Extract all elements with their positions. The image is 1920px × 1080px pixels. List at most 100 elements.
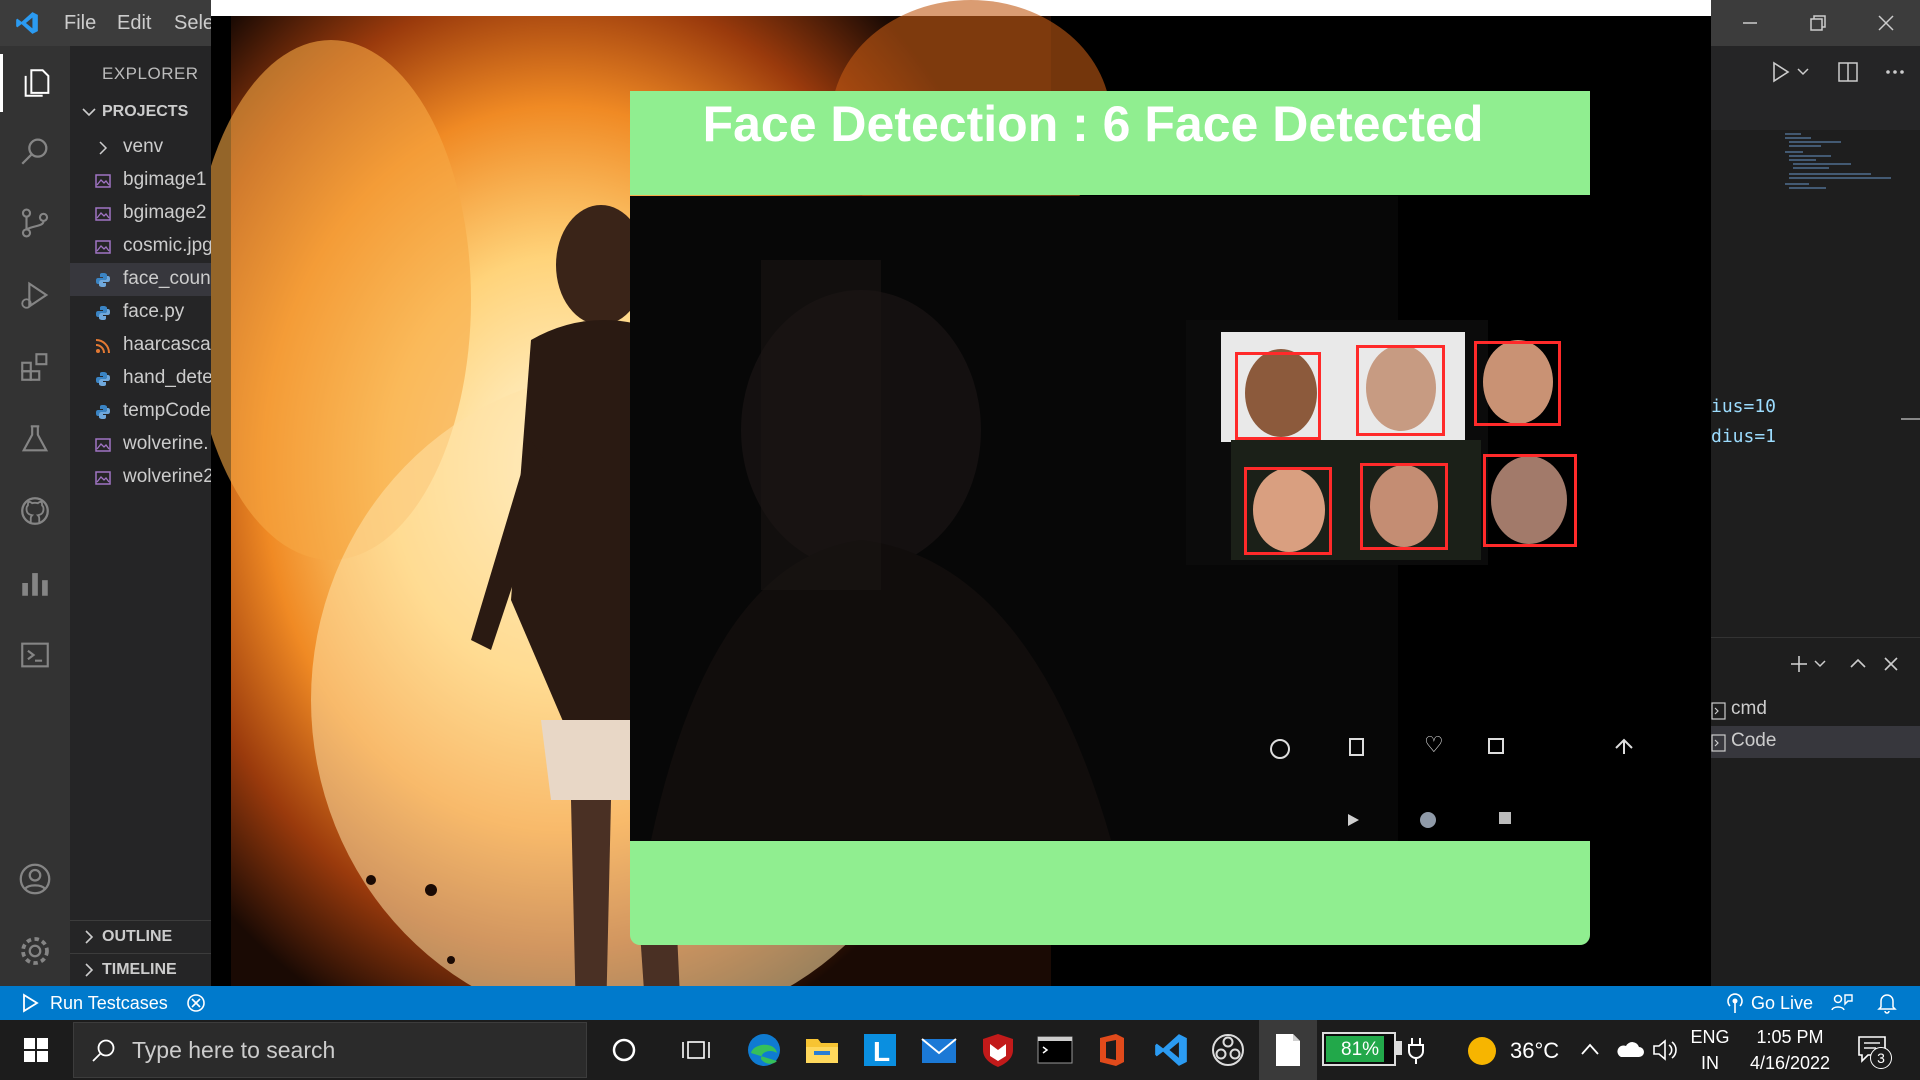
clock[interactable]: 1:05 PM 4/16/2022 bbox=[1740, 1024, 1840, 1076]
mail-app[interactable] bbox=[915, 1026, 963, 1074]
battery-widget[interactable]: 81% bbox=[1322, 1032, 1396, 1066]
start-button[interactable] bbox=[12, 1026, 60, 1074]
minimap[interactable] bbox=[1781, 130, 1901, 220]
python-file-icon bbox=[96, 306, 110, 320]
file-item-tempcode[interactable]: tempCode bbox=[70, 395, 214, 428]
l-app[interactable]: L bbox=[856, 1026, 904, 1074]
task-view-button[interactable] bbox=[672, 1026, 720, 1074]
chevron-up-icon[interactable] bbox=[1580, 1041, 1600, 1057]
bell-icon[interactable] bbox=[1876, 992, 1898, 1014]
weather-sun-icon[interactable] bbox=[1466, 1035, 1498, 1067]
code-snippet[interactable]: ius=10 dius=1 bbox=[1711, 392, 1776, 452]
stats-activity[interactable] bbox=[0, 554, 70, 612]
file-item-wolverine2[interactable]: wolverine2 bbox=[70, 461, 214, 494]
file-item-hand-detect[interactable]: hand_dete bbox=[70, 362, 214, 395]
more-actions-icon[interactable] bbox=[1883, 60, 1907, 84]
file-item-wolverine[interactable]: wolverine. bbox=[70, 428, 214, 461]
detection-banner-bottom bbox=[630, 841, 1590, 945]
projects-section-header[interactable]: PROJECTS bbox=[70, 98, 214, 128]
battery-tip bbox=[1396, 1041, 1402, 1055]
notepad-app[interactable] bbox=[1264, 1026, 1312, 1074]
python-file-icon bbox=[96, 372, 110, 386]
new-terminal-icon[interactable] bbox=[1787, 652, 1811, 676]
search-activity[interactable] bbox=[0, 122, 70, 180]
file-item-face-count[interactable]: face_coun bbox=[70, 263, 214, 296]
file-item-face-py[interactable]: face.py bbox=[70, 296, 214, 329]
settings-activity[interactable] bbox=[0, 922, 70, 980]
search-icon bbox=[21, 138, 48, 165]
taskbar-search[interactable]: Type here to search bbox=[73, 1022, 587, 1078]
weather-temperature[interactable]: 36°C bbox=[1510, 1038, 1559, 1064]
outline-section-header[interactable]: OUTLINE bbox=[70, 923, 214, 953]
terminal-icon bbox=[1711, 702, 1726, 720]
file-item-cosmic[interactable]: cosmic.jpg bbox=[70, 230, 214, 263]
bar-chart-icon bbox=[22, 573, 48, 596]
source-control-activity[interactable] bbox=[0, 194, 70, 252]
plug-icon bbox=[1408, 1038, 1424, 1064]
terminal-label: cmd bbox=[1731, 698, 1767, 719]
face-box-3 bbox=[1474, 341, 1561, 426]
timeline-label: TIMELINE bbox=[102, 961, 177, 978]
github-activity[interactable] bbox=[0, 482, 70, 540]
timeline-section-header[interactable]: TIMELINE bbox=[70, 956, 214, 986]
chevron-right-icon bbox=[85, 963, 94, 977]
terminal-item-code[interactable]: Code bbox=[1711, 726, 1920, 758]
vscode-icon bbox=[1155, 1034, 1187, 1066]
cmd-terminal-icon bbox=[1037, 1036, 1073, 1064]
projects-label: PROJECTS bbox=[102, 103, 189, 120]
restore-button[interactable] bbox=[1784, 0, 1852, 46]
edge-icon bbox=[748, 1034, 780, 1066]
feedback-icon[interactable] bbox=[1830, 992, 1854, 1014]
chevron-down-icon[interactable] bbox=[1812, 656, 1828, 672]
input-language[interactable]: ENG IN bbox=[1690, 1024, 1730, 1076]
run-debug-activity[interactable] bbox=[0, 266, 70, 324]
file-item-venv[interactable]: venv bbox=[70, 131, 214, 164]
split-editor-icon[interactable] bbox=[1836, 60, 1860, 84]
detection-title: Face Detection : 6 Face Detected bbox=[702, 96, 1484, 152]
office-app[interactable] bbox=[1088, 1026, 1136, 1074]
menu-file[interactable]: File bbox=[64, 12, 96, 35]
menu-edit[interactable]: Edit bbox=[117, 12, 151, 35]
minimize-button[interactable] bbox=[1716, 0, 1784, 46]
terminal-activity[interactable] bbox=[0, 626, 70, 684]
error-icon[interactable] bbox=[186, 993, 206, 1013]
run-testcases-button[interactable]: Run Testcases bbox=[20, 990, 168, 1016]
maximize-panel-icon[interactable] bbox=[1846, 652, 1870, 676]
activity-bar bbox=[0, 46, 70, 986]
language-code: ENG bbox=[1690, 1027, 1730, 1047]
explorer-sidebar: EXPLORER PROJECTS venv bgimage1 bgimage2… bbox=[70, 46, 214, 986]
rss-xml-file-icon bbox=[95, 339, 110, 354]
cortana-button[interactable] bbox=[600, 1026, 648, 1074]
obs-app[interactable] bbox=[1204, 1026, 1252, 1074]
chevron-right-icon bbox=[85, 930, 94, 944]
folder-icon bbox=[806, 1039, 838, 1063]
mcafee-app[interactable] bbox=[974, 1026, 1022, 1074]
explorer-activity[interactable] bbox=[0, 54, 70, 112]
testing-activity[interactable] bbox=[0, 410, 70, 468]
minimize-icon bbox=[1743, 22, 1757, 24]
cmd-app[interactable] bbox=[1031, 1026, 1079, 1074]
volume-icon[interactable] bbox=[1652, 1038, 1678, 1062]
action-center-button[interactable]: 3 bbox=[1856, 1034, 1896, 1070]
edge-app[interactable] bbox=[740, 1026, 788, 1074]
run-file-icon[interactable] bbox=[1769, 60, 1793, 84]
broadcast-icon bbox=[1727, 993, 1743, 1013]
file-item-bgimage1[interactable]: bgimage1 bbox=[70, 164, 214, 197]
file-explorer-app[interactable] bbox=[798, 1026, 846, 1074]
menu-selection[interactable]: Sele bbox=[174, 12, 214, 35]
terminal-item-cmd[interactable]: cmd bbox=[1711, 694, 1920, 726]
status-bar: Run Testcases Go Live bbox=[0, 986, 1920, 1020]
file-item-bgimage2[interactable]: bgimage2 bbox=[70, 197, 214, 230]
face-box-2 bbox=[1356, 345, 1445, 436]
vscode-app[interactable] bbox=[1147, 1026, 1195, 1074]
chevron-down-icon[interactable] bbox=[1795, 64, 1811, 80]
accounts-activity[interactable] bbox=[0, 850, 70, 908]
file-item-haarcascade[interactable]: haarcascad bbox=[70, 329, 214, 362]
go-live-button[interactable]: Go Live bbox=[1725, 990, 1813, 1016]
image-file-icon bbox=[95, 174, 111, 188]
extensions-activity[interactable] bbox=[0, 338, 70, 396]
close-button[interactable] bbox=[1852, 0, 1920, 46]
close-panel-icon[interactable] bbox=[1879, 652, 1903, 676]
onedrive-cloud-icon[interactable] bbox=[1614, 1038, 1644, 1060]
clock-date: 4/16/2022 bbox=[1749, 1053, 1831, 1073]
